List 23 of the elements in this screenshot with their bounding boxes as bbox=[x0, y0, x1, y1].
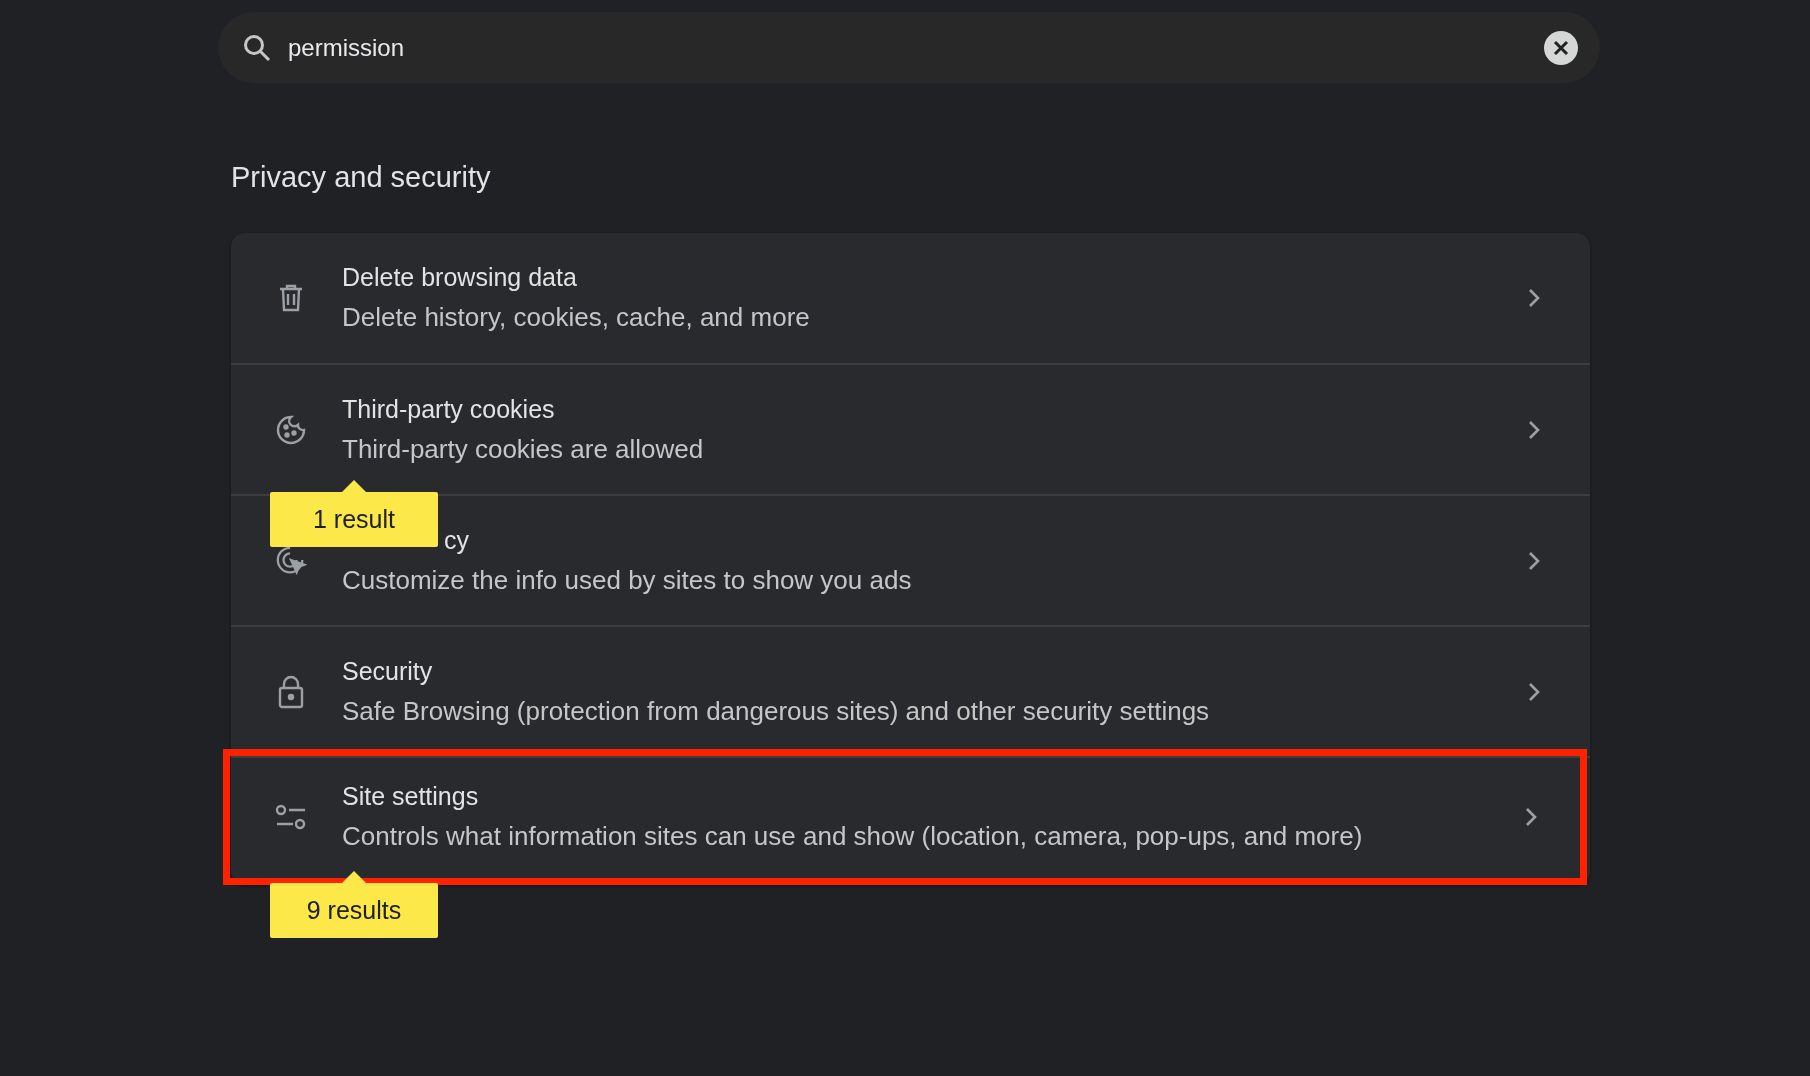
row-title: cy bbox=[444, 525, 469, 555]
search-field[interactable]: permission bbox=[218, 12, 1600, 83]
result-count-tooltip: 9 results bbox=[270, 871, 438, 938]
chevron-icon bbox=[1528, 419, 1540, 440]
result-count-tooltip: 1 result bbox=[270, 480, 438, 547]
chevron-icon bbox=[1528, 681, 1540, 702]
chevron-icon bbox=[1528, 550, 1540, 571]
close-icon bbox=[1553, 39, 1569, 56]
clear-button[interactable] bbox=[1544, 30, 1578, 65]
chevron-icon bbox=[1525, 807, 1537, 827]
row-title: Site settings bbox=[342, 782, 479, 811]
row-title: Third-party cookies bbox=[342, 394, 555, 424]
row-description: Safe Browsing (protection from dangerous sites) and other security settings bbox=[342, 695, 1210, 727]
row-description: Third-party cookies are allowed bbox=[342, 433, 704, 465]
row-description: Delete history, cookies, cache, and more bbox=[342, 302, 810, 333]
section-heading: Privacy and security bbox=[231, 161, 492, 195]
row-title: Delete browsing data bbox=[342, 263, 577, 292]
search-icon bbox=[242, 32, 272, 63]
row-title: Security bbox=[342, 656, 433, 686]
chevron-icon bbox=[1528, 288, 1540, 308]
row-description: Customize the info used by sites to show you ads bbox=[342, 564, 912, 596]
row-description: Controls what information sites can use and show (location, camera, pop-ups, and more) bbox=[342, 821, 1363, 852]
search-input[interactable]: permission bbox=[286, 32, 1544, 63]
